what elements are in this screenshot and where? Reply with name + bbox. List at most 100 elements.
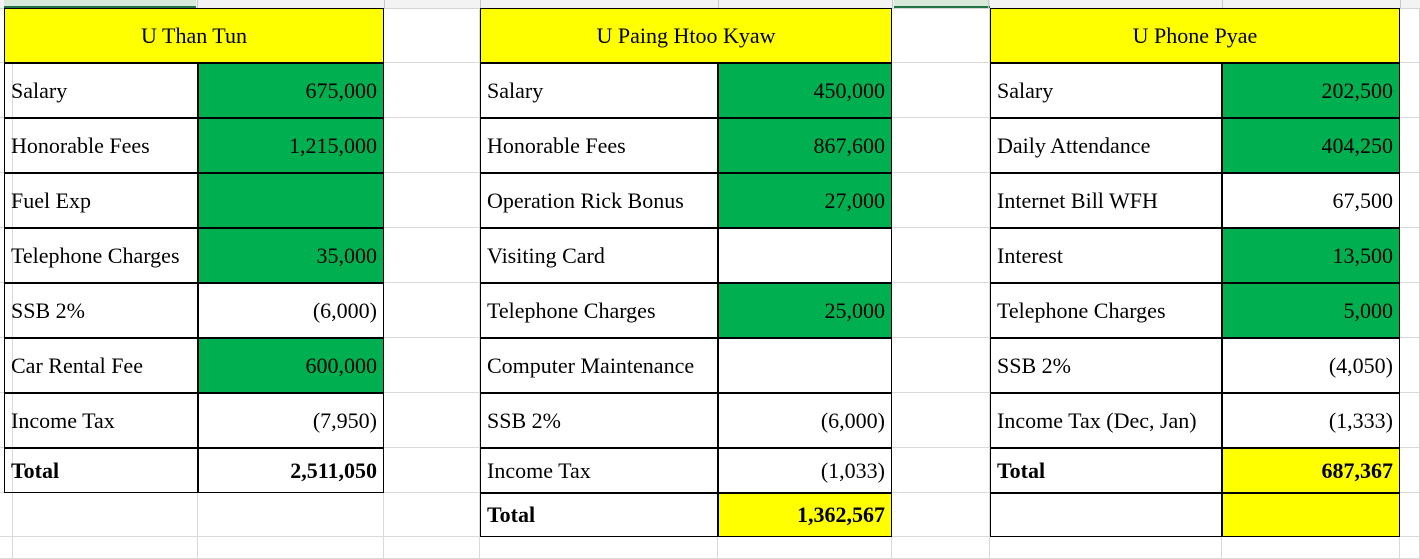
empty-cell[interactable]	[1400, 493, 1420, 537]
row-value-cell[interactable]: 13,500	[1222, 228, 1400, 283]
row-value-cell[interactable]: 25,000	[718, 283, 892, 338]
empty-cell[interactable]	[198, 537, 384, 559]
empty-cell[interactable]	[892, 448, 990, 493]
empty-cell[interactable]	[1222, 537, 1400, 559]
empty-cell[interactable]	[892, 8, 990, 63]
column-divider[interactable]	[197, 0, 198, 8]
empty-cell[interactable]	[892, 283, 990, 338]
empty-cell[interactable]	[1400, 173, 1420, 228]
row-label-cell[interactable]: Income Tax	[480, 448, 718, 493]
empty-cell[interactable]	[1400, 63, 1420, 118]
empty-cell[interactable]	[384, 228, 480, 283]
empty-cell[interactable]	[384, 448, 480, 493]
row-label-cell[interactable]: Honorable Fees	[4, 118, 198, 173]
row-label-cell[interactable]: Salary	[480, 63, 718, 118]
row-label-cell[interactable]: Car Rental Fee	[4, 338, 198, 393]
row-value-cell[interactable]: (1,333)	[1222, 393, 1400, 448]
row-value-cell[interactable]: 27,000	[718, 173, 892, 228]
row-label-cell[interactable]: Fuel Exp	[4, 173, 198, 228]
row-value-cell[interactable]: 1,215,000	[198, 118, 384, 173]
row-label-cell[interactable]: SSB 2%	[480, 393, 718, 448]
row-value-cell[interactable]: (1,033)	[718, 448, 892, 493]
empty-cell[interactable]	[1400, 118, 1420, 173]
row-value-cell[interactable]	[718, 228, 892, 283]
row-label-cell[interactable]: Total	[480, 493, 718, 537]
row-value-cell[interactable]: (7,950)	[198, 393, 384, 448]
row-value-cell[interactable]: 450,000	[718, 63, 892, 118]
row-value-cell[interactable]: 67,500	[1222, 173, 1400, 228]
row-value-cell[interactable]	[718, 338, 892, 393]
row-label-cell[interactable]: Operation Rick Bonus	[480, 173, 718, 228]
row-value-cell[interactable]: 5,000	[1222, 283, 1400, 338]
row-label-cell[interactable]: Total	[4, 448, 198, 493]
empty-cell[interactable]	[892, 537, 990, 559]
row-value-cell[interactable]: 867,600	[718, 118, 892, 173]
empty-cell[interactable]	[1400, 283, 1420, 338]
row-label-cell[interactable]: Computer Maintenance	[480, 338, 718, 393]
empty-cell[interactable]	[384, 338, 480, 393]
column-divider[interactable]	[480, 0, 481, 8]
employee-header[interactable]: U Than Tun	[4, 8, 384, 63]
row-label-cell[interactable]: Daily Attendance	[990, 118, 1222, 173]
employee-header[interactable]: U Paing Htoo Kyaw	[480, 8, 892, 63]
empty-cell[interactable]	[892, 118, 990, 173]
empty-cell[interactable]	[718, 537, 892, 559]
row-label-cell[interactable]: Interest	[990, 228, 1222, 283]
row-value-cell[interactable]: 675,000	[198, 63, 384, 118]
empty-cell[interactable]	[1400, 537, 1420, 559]
row-value-cell[interactable]: 600,000	[198, 338, 384, 393]
row-label-cell[interactable]: Income Tax	[4, 393, 198, 448]
row-label-cell[interactable]: Visiting Card	[480, 228, 718, 283]
column-divider[interactable]	[384, 0, 385, 8]
row-value-cell[interactable]: 404,250	[1222, 118, 1400, 173]
row-label-cell[interactable]: Salary	[4, 63, 198, 118]
row-label-cell[interactable]: SSB 2%	[4, 283, 198, 338]
row-label-cell[interactable]: Telephone Charges	[990, 283, 1222, 338]
column-divider[interactable]	[988, 0, 989, 8]
empty-cell[interactable]	[384, 8, 480, 63]
row-value-cell[interactable]: 2,511,050	[198, 448, 384, 493]
row-label-cell[interactable]: Honorable Fees	[480, 118, 718, 173]
row-label-cell[interactable]: Total	[990, 448, 1222, 493]
empty-cell[interactable]	[480, 537, 718, 559]
empty-cell[interactable]	[384, 63, 480, 118]
row-value-cell[interactable]: (4,050)	[1222, 338, 1400, 393]
empty-cell[interactable]	[198, 493, 384, 537]
empty-cell[interactable]	[1400, 338, 1420, 393]
empty-cell[interactable]	[1400, 448, 1420, 493]
empty-cell[interactable]	[892, 393, 990, 448]
row-value-cell[interactable]: 202,500	[1222, 63, 1400, 118]
empty-cell[interactable]	[384, 173, 480, 228]
row-label-cell[interactable]: Telephone Charges	[4, 228, 198, 283]
row-value-cell[interactable]	[1222, 493, 1400, 537]
column-divider[interactable]	[892, 0, 893, 8]
row-value-cell[interactable]: 1,362,567	[718, 493, 892, 537]
empty-cell[interactable]	[990, 537, 1222, 559]
empty-cell[interactable]	[4, 537, 198, 559]
row-label-cell[interactable]: SSB 2%	[990, 338, 1222, 393]
row-label-cell[interactable]	[990, 493, 1222, 537]
column-divider[interactable]	[1400, 0, 1401, 8]
empty-cell[interactable]	[892, 173, 990, 228]
empty-cell[interactable]	[1400, 228, 1420, 283]
empty-cell[interactable]	[384, 118, 480, 173]
empty-cell[interactable]	[892, 228, 990, 283]
empty-cell[interactable]	[892, 493, 990, 537]
empty-cell[interactable]	[1400, 393, 1420, 448]
empty-cell[interactable]	[384, 393, 480, 448]
empty-cell[interactable]	[892, 338, 990, 393]
empty-cell[interactable]	[892, 63, 990, 118]
row-label-cell[interactable]: Income Tax (Dec, Jan)	[990, 393, 1222, 448]
employee-header[interactable]: U Phone Pyae	[990, 8, 1400, 63]
empty-cell[interactable]	[384, 493, 480, 537]
row-label-cell[interactable]: Salary	[990, 63, 1222, 118]
row-label-cell[interactable]: Telephone Charges	[480, 283, 718, 338]
row-value-cell[interactable]: (6,000)	[718, 393, 892, 448]
empty-cell[interactable]	[4, 493, 198, 537]
empty-cell[interactable]	[384, 283, 480, 338]
row-label-cell[interactable]: Internet Bill WFH	[990, 173, 1222, 228]
row-value-cell[interactable]: 35,000	[198, 228, 384, 283]
row-value-cell[interactable]: 687,367	[1222, 448, 1400, 493]
column-divider[interactable]	[1222, 0, 1223, 8]
row-value-cell[interactable]: (6,000)	[198, 283, 384, 338]
